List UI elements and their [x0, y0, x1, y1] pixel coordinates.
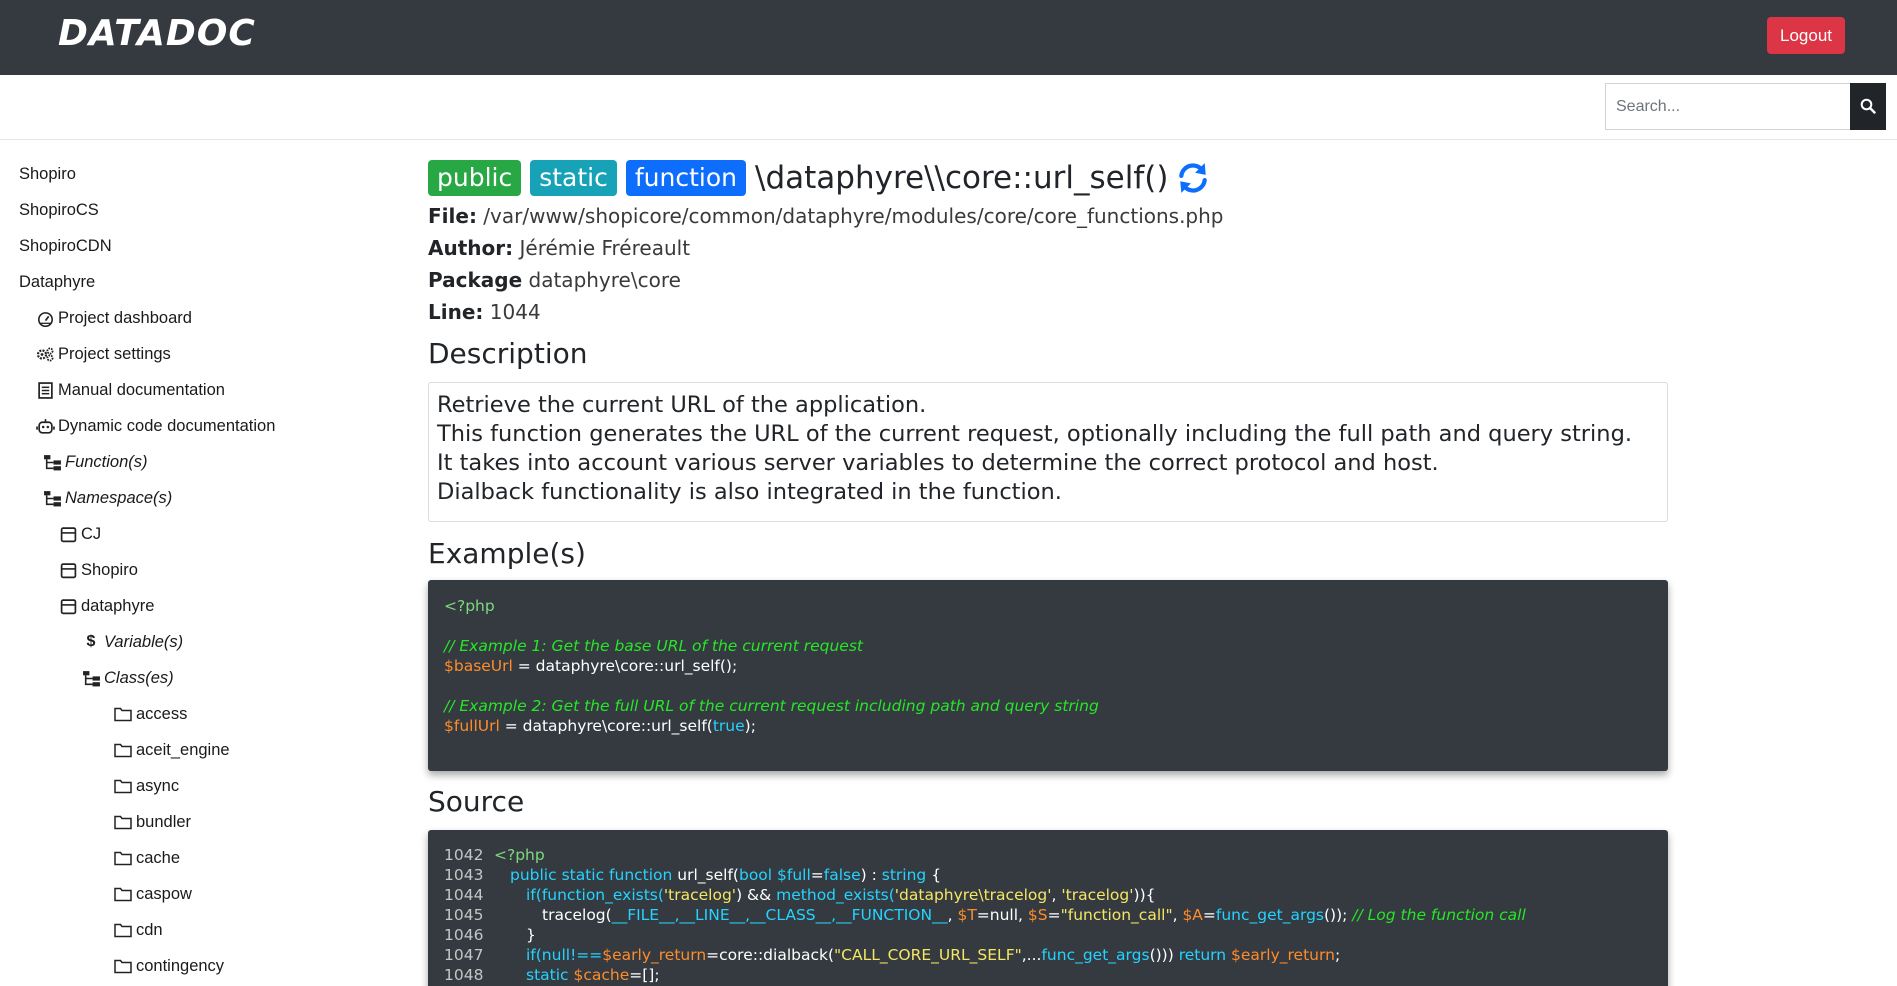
box-icon: [58, 525, 78, 543]
line-number: 1042: [444, 846, 484, 864]
badge-public: public: [428, 160, 522, 196]
folder-icon: [113, 849, 133, 867]
gears-icon: [35, 345, 55, 363]
sidebar-item-shopirocdn[interactable]: ShopiroCDN: [19, 231, 112, 261]
sidebar-item-class-contingency[interactable]: contingency: [113, 951, 224, 981]
sidebar-item-class-bundler[interactable]: bundler: [113, 807, 191, 837]
function-title: public static function \dataphyre\\core:…: [428, 160, 1210, 196]
examples-heading: Example(s): [428, 537, 586, 570]
search-button[interactable]: [1850, 83, 1886, 130]
tree-icon: [81, 669, 101, 687]
badge-static: static: [530, 160, 617, 196]
box-icon: [58, 561, 78, 579]
robot-icon: [35, 417, 55, 435]
sidebar-item-shopiro-namespace[interactable]: Shopiro: [58, 555, 138, 585]
sidebar-item-class-caspow[interactable]: caspow: [113, 879, 192, 909]
top-navbar: DATADOC Logout: [0, 0, 1897, 75]
sidebar-item-cj[interactable]: CJ: [58, 519, 101, 549]
file-meta: File: /var/www/shopicore/common/dataphyr…: [428, 204, 1224, 228]
search-input[interactable]: [1605, 83, 1851, 130]
description-line: Retrieve the current URL of the applicat…: [437, 392, 927, 418]
document-icon: [35, 381, 55, 399]
source-code-block: 1042 1043 1044 1045 1046 1047 1048 <?php…: [428, 830, 1668, 986]
sidebar-item-manual-documentation[interactable]: Manual documentation: [35, 375, 225, 405]
folder-icon: [113, 957, 133, 975]
sidebar-item-class-async[interactable]: async: [113, 771, 179, 801]
sidebar-item-namespaces[interactable]: Namespace(s): [42, 483, 172, 513]
sidebar-item-shopiro[interactable]: Shopiro: [19, 159, 76, 189]
dollar-icon: $: [86, 633, 96, 650]
description-line: It takes into account various server var…: [437, 450, 1439, 476]
sidebar-item-class-cache[interactable]: cache: [113, 843, 180, 873]
sidebar-item-functions[interactable]: Function(s): [42, 447, 148, 477]
file-path: /var/www/shopicore/common/dataphyre/modu…: [483, 204, 1224, 228]
sidebar-item-class-aceit-engine[interactable]: aceit_engine: [113, 735, 230, 765]
folder-icon: [113, 741, 133, 759]
sidebar-item-dataphyre-namespace[interactable]: dataphyre: [58, 591, 154, 621]
search-icon: [1860, 98, 1876, 114]
folder-icon: [113, 885, 133, 903]
folder-icon: [113, 921, 133, 939]
logo[interactable]: DATADOC: [58, 12, 256, 56]
source-heading: Source: [428, 785, 525, 818]
line-number: 1044: [489, 300, 541, 324]
line-number: 1044: [444, 886, 484, 904]
sidebar-item-shopirocs[interactable]: ShopiroCS: [19, 195, 99, 225]
badge-function: function: [625, 160, 746, 196]
box-icon: [58, 597, 78, 615]
refresh-icon[interactable]: [1176, 161, 1210, 195]
tree-icon: [42, 453, 62, 471]
function-name: \dataphyre\\core::url_self(): [755, 160, 1169, 196]
folder-icon: [113, 705, 133, 723]
line-number: 1046: [444, 926, 484, 944]
package-meta: Package dataphyre\core: [428, 268, 681, 292]
sidebar-item-class-cdn[interactable]: cdn: [113, 915, 163, 945]
tree-icon: [42, 489, 62, 507]
sidebar-item-project-settings[interactable]: Project settings: [35, 339, 171, 369]
line-number: 1047: [444, 946, 484, 964]
sidebar-item-dynamic-code-documentation[interactable]: Dynamic code documentation: [35, 411, 275, 441]
search-bar-row: [0, 75, 1897, 140]
author-meta: Author: Jérémie Fréreault: [428, 236, 691, 260]
sidebar-item-classes[interactable]: Class(es): [81, 663, 174, 693]
line-meta: Line: 1044: [428, 300, 541, 324]
logout-button[interactable]: Logout: [1767, 17, 1845, 54]
sidebar-item-variables[interactable]: $ Variable(s): [81, 627, 184, 657]
description-line: Dialback functionality is also integrate…: [437, 479, 1062, 505]
line-number: 1048: [444, 966, 484, 984]
package-name: dataphyre\core: [528, 268, 681, 292]
author-name: Jérémie Fréreault: [519, 236, 691, 260]
description-line: This function generates the URL of the c…: [437, 421, 1633, 447]
dashboard-icon: [35, 309, 55, 327]
folder-icon: [113, 777, 133, 795]
description-box: Retrieve the current URL of the applicat…: [428, 382, 1668, 522]
sidebar-item-dataphyre[interactable]: Dataphyre: [19, 267, 95, 297]
example-code-block: <?php // Example 1: Get the base URL of …: [428, 580, 1668, 771]
line-number: 1045: [444, 906, 484, 924]
folder-icon: [113, 813, 133, 831]
sidebar-item-class-access[interactable]: access: [113, 699, 187, 729]
sidebar: Shopiro ShopiroCS ShopiroCDN Dataphyre P…: [0, 140, 410, 986]
description-heading: Description: [428, 337, 588, 370]
sidebar-item-project-dashboard[interactable]: Project dashboard: [35, 303, 192, 333]
line-number: 1043: [444, 866, 484, 884]
